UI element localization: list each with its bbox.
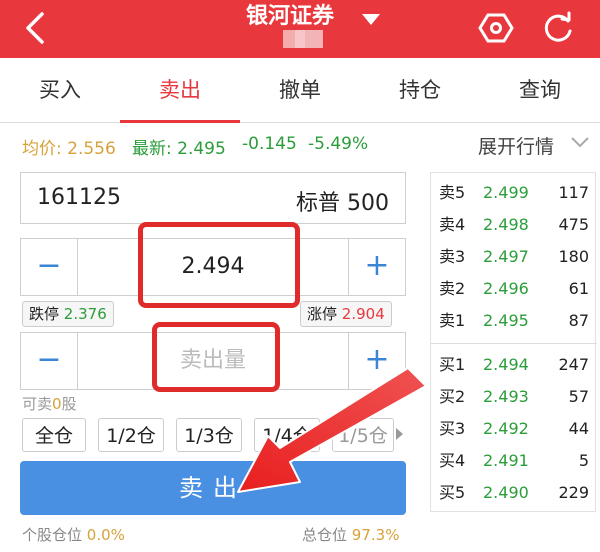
latest-label: 最新: xyxy=(132,139,172,159)
bid-row-4[interactable]: 买4 2.491 5 xyxy=(431,445,597,477)
tab-query[interactable]: 查询 xyxy=(480,58,600,122)
ask-price: 2.497 xyxy=(483,247,529,266)
total-position: 总仓位 97.3% xyxy=(302,524,399,545)
bid-label: 买2 xyxy=(439,387,466,406)
stock-position: 个股仓位 0.0% xyxy=(22,524,125,545)
bid-row-3[interactable]: 买3 2.492 44 xyxy=(431,413,597,445)
ask-row-2[interactable]: 卖2 2.496 61 xyxy=(431,273,597,305)
stock-position-label: 个股仓位 xyxy=(22,526,83,544)
limit-up-badge[interactable]: 涨停 2.904 xyxy=(300,301,392,327)
bid-label: 买1 xyxy=(439,355,466,374)
top-bar: 银河证券 xyxy=(0,0,600,58)
ask-label: 卖3 xyxy=(439,247,466,266)
total-position-label: 总仓位 xyxy=(302,526,348,544)
tab-sell[interactable]: 卖出 xyxy=(120,58,240,123)
stock-code-field[interactable]: 161125 标普 500 xyxy=(20,172,406,224)
active-tab-indicator xyxy=(120,120,240,123)
bid-volume: 57 xyxy=(568,387,589,406)
scroll-right-icon[interactable] xyxy=(396,428,403,440)
limit-up-value: 2.904 xyxy=(341,305,385,323)
refresh-icon[interactable] xyxy=(540,9,576,45)
position-half-button[interactable]: 1/2仓 xyxy=(98,418,164,452)
bid-volume: 229 xyxy=(558,483,589,502)
ask-volume: 117 xyxy=(558,183,589,202)
position-quarter-button[interactable]: 1/4仓 xyxy=(254,418,320,452)
ask-label: 卖5 xyxy=(439,183,466,202)
limit-down-value: 2.376 xyxy=(63,305,107,323)
bid-label: 买3 xyxy=(439,419,466,438)
price-change-pct: -5.49% xyxy=(308,134,369,154)
ask-volume: 180 xyxy=(558,247,589,266)
back-arrow-icon[interactable] xyxy=(18,8,58,48)
position-fifth-button[interactable]: 1/5仓 xyxy=(332,418,394,452)
ask-volume: 87 xyxy=(568,311,589,330)
bid-price: 2.492 xyxy=(483,419,529,438)
hexagon-settings-icon[interactable] xyxy=(478,10,514,46)
avg-price: 均价: 2.556 xyxy=(22,134,116,159)
avg-label: 均价: xyxy=(22,139,62,159)
bid-volume: 44 xyxy=(568,419,589,438)
bid-price: 2.493 xyxy=(483,387,529,406)
sell-button[interactable]: 卖出 xyxy=(20,461,406,515)
bid-label: 买4 xyxy=(439,451,466,470)
bid-price: 2.490 xyxy=(483,483,529,502)
price-decrease-button[interactable]: − xyxy=(21,239,78,295)
tab-holdings[interactable]: 持仓 xyxy=(360,58,480,122)
ask-row-3[interactable]: 卖3 2.497 180 xyxy=(431,241,597,273)
price-change: -0.145 xyxy=(242,134,297,154)
tab-cancel[interactable]: 撤单 xyxy=(240,58,360,122)
ask-price: 2.499 xyxy=(483,183,529,202)
ask-volume: 475 xyxy=(558,215,589,234)
bid-row-1[interactable]: 买1 2.494 247 xyxy=(431,349,597,381)
orderbook-divider xyxy=(431,343,597,344)
bid-row-2[interactable]: 买2 2.493 57 xyxy=(431,381,597,413)
ask-price: 2.496 xyxy=(483,279,529,298)
bid-row-5[interactable]: 买5 2.490 229 xyxy=(431,477,597,509)
ask-row-5[interactable]: 卖5 2.499 117 xyxy=(431,177,597,209)
available-label: 可卖 xyxy=(22,395,53,413)
ask-row-4[interactable]: 卖4 2.498 475 xyxy=(431,209,597,241)
ask-label: 卖4 xyxy=(439,215,466,234)
highlight-box-quantity xyxy=(152,322,280,392)
latest-price: 最新: 2.495 xyxy=(132,134,226,159)
position-full-button[interactable]: 全仓 xyxy=(22,418,86,452)
trade-tabs: 买入 卖出 撤单 持仓 查询 xyxy=(0,58,600,123)
ask-price: 2.495 xyxy=(483,311,529,330)
blurred-account-info xyxy=(283,30,323,48)
available-unit: 股 xyxy=(61,395,77,413)
chevron-down-icon[interactable] xyxy=(570,136,590,148)
limit-down-label: 跌停 xyxy=(29,305,60,323)
ask-price: 2.498 xyxy=(483,215,529,234)
avg-value: 2.556 xyxy=(67,139,116,159)
bid-price: 2.491 xyxy=(483,451,529,470)
total-position-value: 97.3% xyxy=(351,526,400,544)
stock-code: 161125 xyxy=(37,185,121,210)
stock-position-value: 0.0% xyxy=(86,526,125,544)
highlight-box-price xyxy=(138,222,300,308)
quantity-increase-button[interactable]: + xyxy=(348,333,405,389)
available-value: 0 xyxy=(52,395,62,413)
limit-up-label: 涨停 xyxy=(307,305,338,323)
expand-quotes-button[interactable]: 展开行情 xyxy=(478,132,554,159)
ask-label: 卖2 xyxy=(439,279,466,298)
bid-volume: 247 xyxy=(558,355,589,374)
available-to-sell: 可卖0股 xyxy=(22,393,77,414)
price-increase-button[interactable]: + xyxy=(348,239,405,295)
position-third-button[interactable]: 1/3仓 xyxy=(176,418,242,452)
stock-name: 标普 500 xyxy=(296,191,389,216)
tab-sell-label: 卖出 xyxy=(159,78,201,102)
quantity-decrease-button[interactable]: − xyxy=(21,333,78,389)
bid-volume: 5 xyxy=(578,451,589,470)
limit-down-badge[interactable]: 跌停 2.376 xyxy=(22,301,114,327)
bid-label: 买5 xyxy=(439,483,466,502)
chevron-down-icon[interactable] xyxy=(362,14,380,25)
ask-label: 卖1 xyxy=(439,311,466,330)
latest-value: 2.495 xyxy=(177,139,226,159)
ask-volume: 61 xyxy=(568,279,589,298)
ask-row-1[interactable]: 卖1 2.495 87 xyxy=(431,305,597,337)
tab-buy[interactable]: 买入 xyxy=(0,58,120,122)
bid-price: 2.494 xyxy=(483,355,529,374)
order-book: 卖5 2.499 117 卖4 2.498 475 卖3 2.497 180 卖… xyxy=(430,172,597,512)
app-title[interactable]: 银河证券 xyxy=(246,0,334,30)
